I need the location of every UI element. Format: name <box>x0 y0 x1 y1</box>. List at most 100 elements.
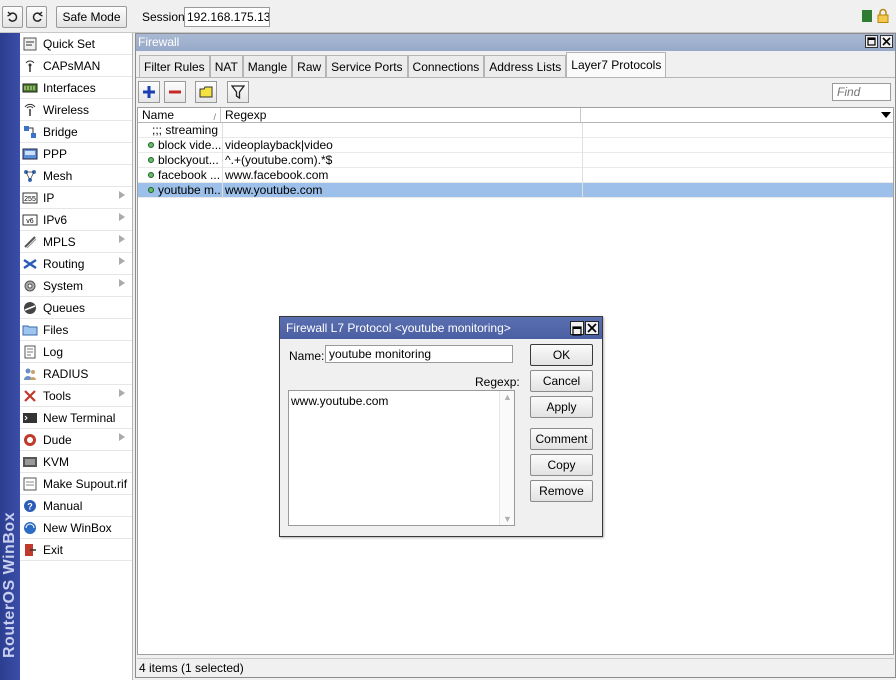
copy-button[interactable]: Copy <box>530 454 593 476</box>
window-title: Firewall <box>138 35 180 49</box>
cell-regexp: www.youtube.com <box>225 183 323 197</box>
sidebar-item-label: Manual <box>43 498 83 513</box>
tab-nat[interactable]: NAT <box>209 55 243 77</box>
table-row[interactable]: blockyout... ^.+(youtube.com).*$ <box>138 153 893 168</box>
sidebar-item-dude[interactable]: Dude <box>20 429 132 451</box>
name-label: Name: <box>289 349 325 363</box>
comment-button[interactable]: Comment <box>530 428 593 450</box>
sidebar-item-label: Log <box>43 344 64 359</box>
sidebar-item-files[interactable]: Files <box>20 319 132 341</box>
apply-button[interactable]: Apply <box>530 396 593 418</box>
item-count: 4 items (1 selected) <box>139 661 244 675</box>
l7-protocol-dialog: Firewall L7 Protocol <youtube monitoring… <box>279 316 603 537</box>
enabled-status-icon <box>148 142 154 148</box>
manual-icon: ? <box>22 498 38 514</box>
queues-icon <box>22 300 38 316</box>
add-button[interactable] <box>138 81 160 103</box>
tab-layer7-protocols[interactable]: Layer7 Protocols <box>566 52 667 77</box>
sidebar-item-quick-set[interactable]: Quick Set <box>20 33 132 55</box>
system-icon <box>22 278 38 294</box>
column-regexp-label: Regexp <box>225 108 267 122</box>
sidebar-item-routing[interactable]: Routing <box>20 253 132 275</box>
sidebar-item-mesh[interactable]: Mesh <box>20 165 132 187</box>
dialog-restore-button[interactable] <box>570 321 584 336</box>
restore-icon <box>572 326 582 336</box>
undo-button[interactable] <box>2 6 23 28</box>
tab-address-lists[interactable]: Address Lists <box>484 55 567 77</box>
safe-mode-button[interactable]: Safe Mode <box>56 6 127 28</box>
column-header-regexp[interactable]: Regexp <box>221 108 581 122</box>
sidebar-item-wireless[interactable]: Wireless <box>20 99 132 121</box>
tab-service-ports[interactable]: Service Ports <box>326 55 408 77</box>
remove-button[interactable] <box>164 81 186 103</box>
scroll-down-icon[interactable]: ▼ <box>500 513 515 525</box>
exit-icon <box>22 542 38 558</box>
filter-button[interactable] <box>227 81 249 103</box>
dialog-close-button[interactable] <box>585 321 599 335</box>
column-menu-dropdown-icon[interactable] <box>881 112 891 118</box>
close-icon <box>587 323 597 333</box>
regexp-scrollbar[interactable]: ▲ ▼ <box>499 391 514 525</box>
restore-icon <box>867 37 876 46</box>
regexp-textarea[interactable]: www.youtube.com <box>288 390 515 526</box>
sidebar-item-ipv6[interactable]: v6 IPv6 <box>20 209 132 231</box>
sidebar-item-log[interactable]: Log <box>20 341 132 363</box>
tab-mangle[interactable]: Mangle <box>242 55 293 77</box>
tab-connections[interactable]: Connections <box>407 55 485 77</box>
session-address-field[interactable]: 192.168.175.139 <box>184 7 270 27</box>
sidebar-item-kvm[interactable]: KVM <box>20 451 132 473</box>
sidebar-item-ip[interactable]: 255 IP <box>20 187 132 209</box>
sidebar-item-capsman[interactable]: CAPsMAN <box>20 55 132 77</box>
table-row[interactable]: facebook ... www.facebook.com <box>138 168 893 183</box>
scroll-up-icon[interactable]: ▲ <box>500 391 515 403</box>
submenu-arrow-icon <box>119 191 125 199</box>
remove-button[interactable]: Remove <box>530 480 593 502</box>
filter-icon <box>231 85 245 99</box>
sidebar-item-tools[interactable]: Tools <box>20 385 132 407</box>
column-header-name[interactable]: Name / <box>138 108 221 122</box>
table-body: ;;; streaming block vide... videoplayback|… <box>138 123 893 198</box>
sidebar-item-new-terminal[interactable]: New Terminal <box>20 407 132 429</box>
sidebar-item-label: KVM <box>43 454 70 469</box>
sidebar-item-queues[interactable]: Queues <box>20 297 132 319</box>
sidebar-item-interfaces[interactable]: Interfaces <box>20 77 132 99</box>
redo-button[interactable] <box>26 6 47 28</box>
cancel-button[interactable]: Cancel <box>530 370 593 392</box>
top-toolbar: Safe Mode Session: 192.168.175.139 <box>0 0 896 33</box>
firewall-titlebar[interactable]: Firewall <box>136 34 895 51</box>
dialog-titlebar[interactable]: Firewall L7 Protocol <youtube monitoring… <box>280 317 602 339</box>
sidebar-item-radius[interactable]: RADIUS <box>20 363 132 385</box>
sidebar-item-system[interactable]: System <box>20 275 132 297</box>
sidebar-item-label: System <box>43 278 84 293</box>
cell-regexp: ^.+(youtube.com).*$ <box>225 153 333 167</box>
table-row[interactable]: block vide... videoplayback|video <box>138 138 893 153</box>
ip-icon: 255 <box>22 190 38 206</box>
tab-raw[interactable]: Raw <box>292 55 327 77</box>
sidebar-item-bridge[interactable]: Bridge <box>20 121 132 143</box>
sidebar-item-label: Exit <box>43 542 64 557</box>
cell-name: facebook ... <box>138 168 221 182</box>
sidebar-item-ppp[interactable]: PPP <box>20 143 132 165</box>
tab-filter-rules[interactable]: Filter Rules <box>139 55 210 77</box>
files-icon <box>22 322 38 338</box>
sidebar-item-label: Files <box>43 322 69 337</box>
sidebar-item-make-supout-rif[interactable]: Make Supout.rif <box>20 473 132 495</box>
sidebar-item-exit[interactable]: Exit <box>20 539 132 561</box>
redo-icon <box>32 11 43 22</box>
restore-button[interactable] <box>865 35 878 48</box>
comment-button[interactable] <box>195 81 217 103</box>
dude-icon <box>22 432 38 448</box>
dialog-title: Firewall L7 Protocol <youtube monitoring… <box>286 321 511 335</box>
find-input[interactable] <box>832 83 891 101</box>
table-row[interactable]: youtube m... www.youtube.com <box>138 183 893 198</box>
name-field[interactable] <box>325 345 513 363</box>
ok-button[interactable]: OK <box>530 344 593 366</box>
column-divider <box>582 123 583 198</box>
comment-row[interactable]: ;;; streaming <box>138 123 893 138</box>
sidebar-item-manual[interactable]: ? Manual <box>20 495 132 517</box>
sidebar-item-label: Routing <box>43 256 85 271</box>
sidebar-item-new-winbox[interactable]: New WinBox <box>20 517 132 539</box>
close-button[interactable] <box>880 35 893 48</box>
sidebar-item-mpls[interactable]: MPLS <box>20 231 132 253</box>
cell-regexp: www.facebook.com <box>225 168 329 182</box>
